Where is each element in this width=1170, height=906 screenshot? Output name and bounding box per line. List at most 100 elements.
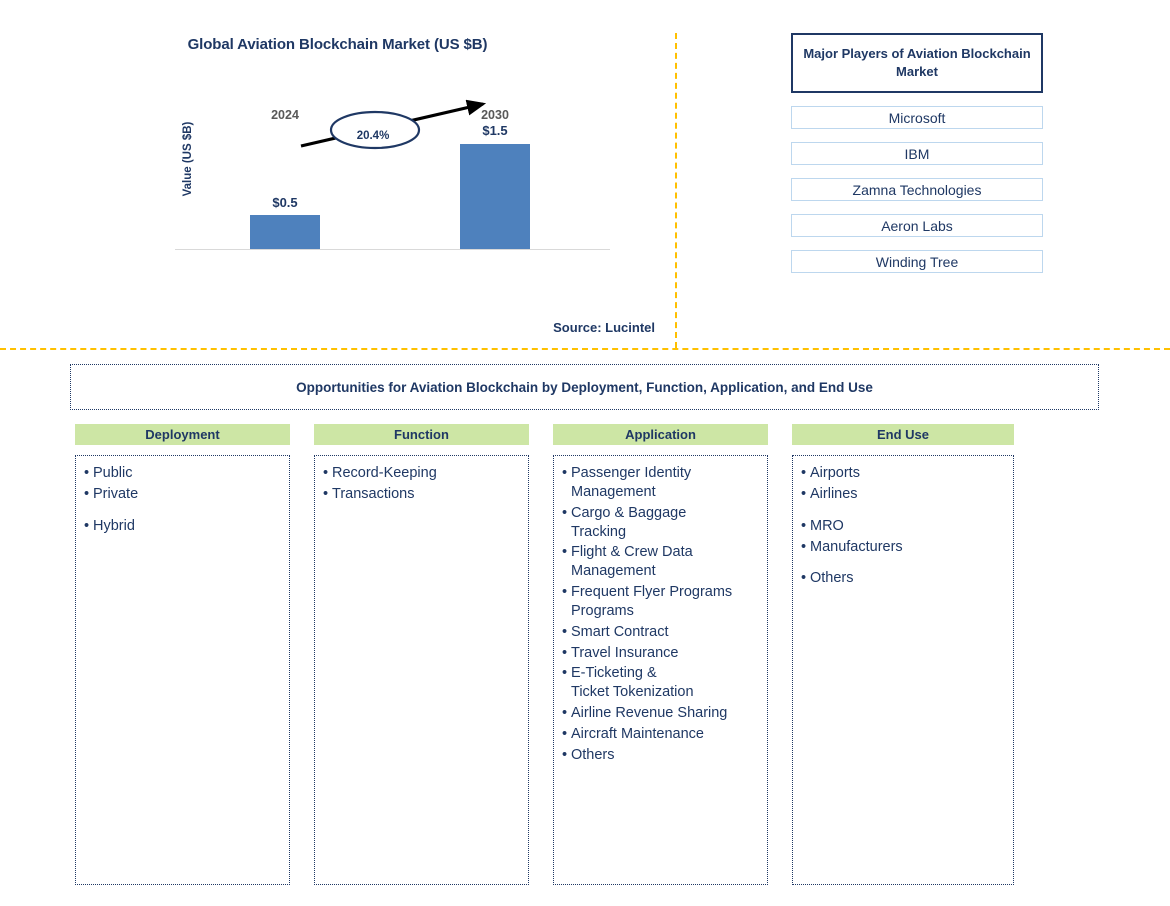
list-item: • Smart Contract	[558, 623, 763, 642]
major-players-panel: Major Players of Aviation Blockchain Mar…	[791, 33, 1043, 273]
list-item-label-continued: Ticket Tokenization	[571, 684, 694, 701]
category-header-deployment: Deployment	[75, 424, 290, 445]
list-item: • Flight & Crew Data Management	[558, 543, 763, 581]
bullet-icon: •	[562, 584, 568, 601]
player-label: Aeron Labs	[881, 217, 953, 234]
category-column-end-use: End Use • Airports • Airlines • MRO • Manufactu…	[792, 424, 1014, 885]
list-item-label: Manufacturers	[810, 538, 903, 555]
list-item-label: Hybrid	[93, 517, 135, 534]
player-item-ibm[interactable]: IBM	[791, 142, 1043, 165]
list-item-label: Passenger Identity	[571, 465, 692, 481]
list-item-label: Cargo & Baggage	[571, 504, 687, 521]
list-item-label: E-Ticketing &	[571, 665, 657, 682]
player-label: IBM	[904, 145, 930, 162]
bar-2024	[250, 215, 320, 249]
player-item-aeron-labs[interactable]: Aeron Labs	[791, 214, 1043, 237]
list-item-label-continued: Tracking	[571, 523, 627, 540]
category-header-application: Application	[553, 424, 768, 445]
player-item-microsoft[interactable]: Microsoft	[791, 106, 1043, 129]
list-item-label: Travel Insurance	[571, 644, 679, 661]
horizontal-divider	[0, 348, 1170, 350]
list-item-label: Others	[810, 570, 854, 587]
chart-source-note: Source: Lucintel	[553, 320, 655, 335]
opportunities-banner: Opportunities for Aviation Blockchain by…	[70, 364, 1099, 410]
bullet-icon: •	[562, 644, 568, 661]
list-item-label: Public	[93, 465, 133, 481]
list-item-label: MRO	[810, 517, 844, 534]
list-item-label: Flight & Crew Data	[571, 544, 693, 561]
list-item: • Aircraft Maintenance	[558, 725, 763, 744]
bullet-icon: •	[801, 570, 807, 587]
list-item-label: Airports	[810, 465, 860, 481]
list-item: • Manufacturers	[797, 538, 1009, 557]
list-item-label: Others	[571, 746, 615, 763]
list-item-label-continued: Management	[571, 563, 656, 580]
category-column-application: Application • Passenger Identity Managemen…	[553, 424, 768, 885]
category-header-function: Function	[314, 424, 529, 445]
bullet-icon: •	[562, 465, 568, 481]
player-item-winding-tree[interactable]: Winding Tree	[791, 250, 1043, 273]
category-body-end-use: • Airports • Airlines • MRO • Manufacturers • Oth…	[792, 455, 1014, 885]
vertical-divider	[675, 33, 677, 348]
list-item-label: Record-Keeping	[332, 465, 437, 481]
bullet-icon: •	[562, 725, 568, 742]
bullet-icon: •	[84, 517, 90, 534]
bullet-icon: •	[801, 465, 807, 481]
category-body-deployment: • Public • Private • Hybrid	[75, 455, 290, 885]
player-item-zamna-technologies[interactable]: Zamna Technologies	[791, 178, 1043, 201]
bullet-icon: •	[801, 485, 807, 502]
y-axis-label: Value (US $B)	[182, 121, 194, 197]
cagr-value-label: 20.4%	[356, 130, 390, 142]
major-players-header: Major Players of Aviation Blockchain Mar…	[791, 33, 1043, 93]
bullet-icon: •	[84, 465, 90, 481]
bullet-icon: •	[562, 705, 568, 722]
list-item: • Private	[80, 485, 285, 504]
chart-title: Global Aviation Blockchain Market (US $B…	[187, 36, 488, 53]
list-item: • Airline Revenue Sharing	[558, 704, 763, 723]
list-item: • Others	[797, 569, 1009, 588]
list-item-label: Aircraft Maintenance	[571, 725, 704, 742]
category-body-application: • Passenger Identity Management • Cargo & Ba…	[553, 455, 768, 885]
category-body-function: • Record-Keeping • Transactions	[314, 455, 529, 885]
category-header-end-use: End Use	[792, 424, 1014, 445]
bullet-icon: •	[562, 623, 568, 640]
cagr-arrow-icon	[300, 99, 487, 150]
list-item: • Hybrid	[80, 517, 285, 536]
list-item-label: Transactions	[332, 485, 415, 502]
list-item: • Airports	[797, 464, 1009, 483]
list-item: • Record-Keeping	[319, 464, 524, 483]
bullet-icon: •	[84, 485, 90, 502]
bullet-icon: •	[323, 485, 329, 502]
list-item: • Travel Insurance	[558, 644, 763, 663]
list-item: • Others	[558, 746, 763, 765]
list-item: • Cargo & Baggage Tracking	[558, 504, 763, 542]
list-item-label: Smart Contract	[571, 623, 669, 640]
bullet-icon: •	[562, 665, 568, 682]
list-item: • Passenger Identity Management	[558, 464, 763, 502]
category-column-deployment: Deployment • Public • Private • Hybrid	[75, 424, 290, 885]
list-item: • Frequent Flyer Programs Programs	[558, 583, 763, 621]
list-item-label: Private	[93, 485, 139, 502]
bullet-icon: •	[562, 504, 568, 521]
list-item: • Public	[80, 464, 285, 483]
list-item-label: Frequent Flyer Programs	[571, 584, 733, 601]
bullet-icon: •	[562, 544, 568, 561]
bar-2030	[460, 144, 530, 249]
bullet-icon: •	[323, 465, 329, 481]
player-label: Winding Tree	[875, 253, 959, 270]
bullet-icon: •	[801, 538, 807, 555]
chart-plot-area: Value (US $B) $0.5 $1.5 2024 2030 20.4%	[175, 99, 610, 250]
market-chart-panel: Global Aviation Blockchain Market (US $B…	[0, 0, 675, 350]
list-item-label-continued: Management	[571, 483, 656, 500]
bullet-icon: •	[562, 746, 568, 763]
player-label: Microsoft	[888, 109, 946, 126]
x-axis-line	[175, 249, 610, 250]
bar-value-2024: $0.5	[272, 195, 298, 210]
list-item: • E-Ticketing & Ticket Tokenization	[558, 664, 763, 702]
list-item: • Transactions	[319, 485, 524, 504]
list-item: • Airlines	[797, 485, 1009, 504]
category-column-function: Function • Record-Keeping • Transactions	[314, 424, 529, 885]
list-item-label-continued: Programs	[571, 602, 634, 619]
list-item-label: Airlines	[810, 485, 858, 502]
list-item: • MRO	[797, 517, 1009, 536]
